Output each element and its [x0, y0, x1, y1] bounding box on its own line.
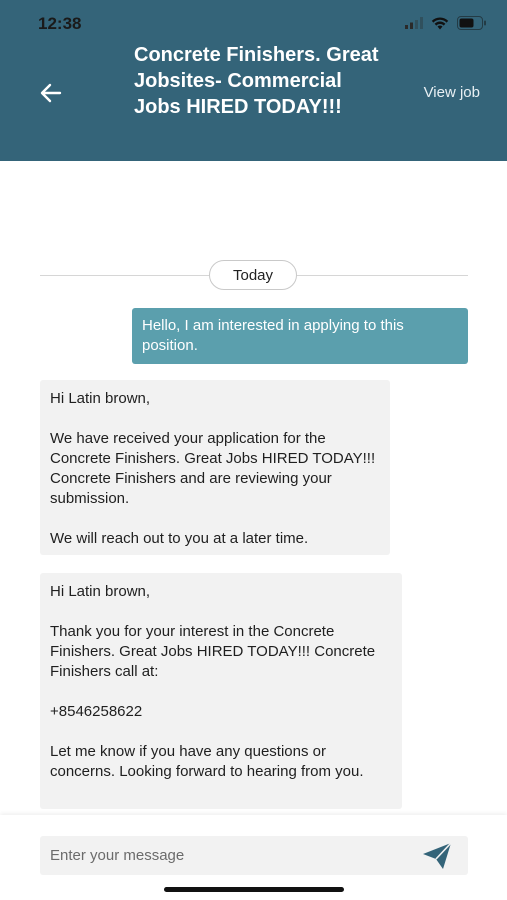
message-greeting: Hi Latin brown, [50, 583, 151, 600]
home-indicator [164, 887, 344, 892]
signal-icon [405, 17, 423, 29]
message-composer [40, 836, 468, 875]
message-input[interactable] [40, 836, 420, 875]
app-header: 12:38 Concrete Finishers. Great Jobsites… [0, 0, 507, 161]
message-closing: We will reach out to you at a later time… [50, 530, 309, 547]
received-message: Hi Latin brown, We have received your ap… [40, 380, 390, 555]
message-body: Thank you for your interest in the Concr… [50, 623, 376, 680]
sent-message: Hello, I am interested in applying to th… [132, 308, 468, 364]
view-job-link[interactable]: View job [424, 84, 480, 101]
status-time: 12:38 [38, 14, 82, 33]
message-greeting: Hi Latin brown, [50, 390, 151, 407]
battery-icon [457, 16, 486, 30]
message-body: We have received your application for th… [50, 430, 376, 507]
phone-number[interactable]: +8546258622 [50, 702, 392, 722]
arrow-left-icon[interactable] [36, 78, 66, 108]
date-divider-right [297, 275, 468, 276]
page-title: Concrete Finishers. Great Jobsites- Comm… [134, 44, 379, 118]
date-divider-left [40, 275, 209, 276]
paper-plane-icon[interactable] [422, 842, 452, 870]
status-icons [405, 16, 487, 30]
date-separator: Today [209, 260, 297, 290]
received-message: Hi Latin brown, Thank you for your inter… [40, 573, 402, 809]
wifi-icon [431, 16, 449, 29]
message-closing: Let me know if you have any questions or… [50, 743, 364, 780]
